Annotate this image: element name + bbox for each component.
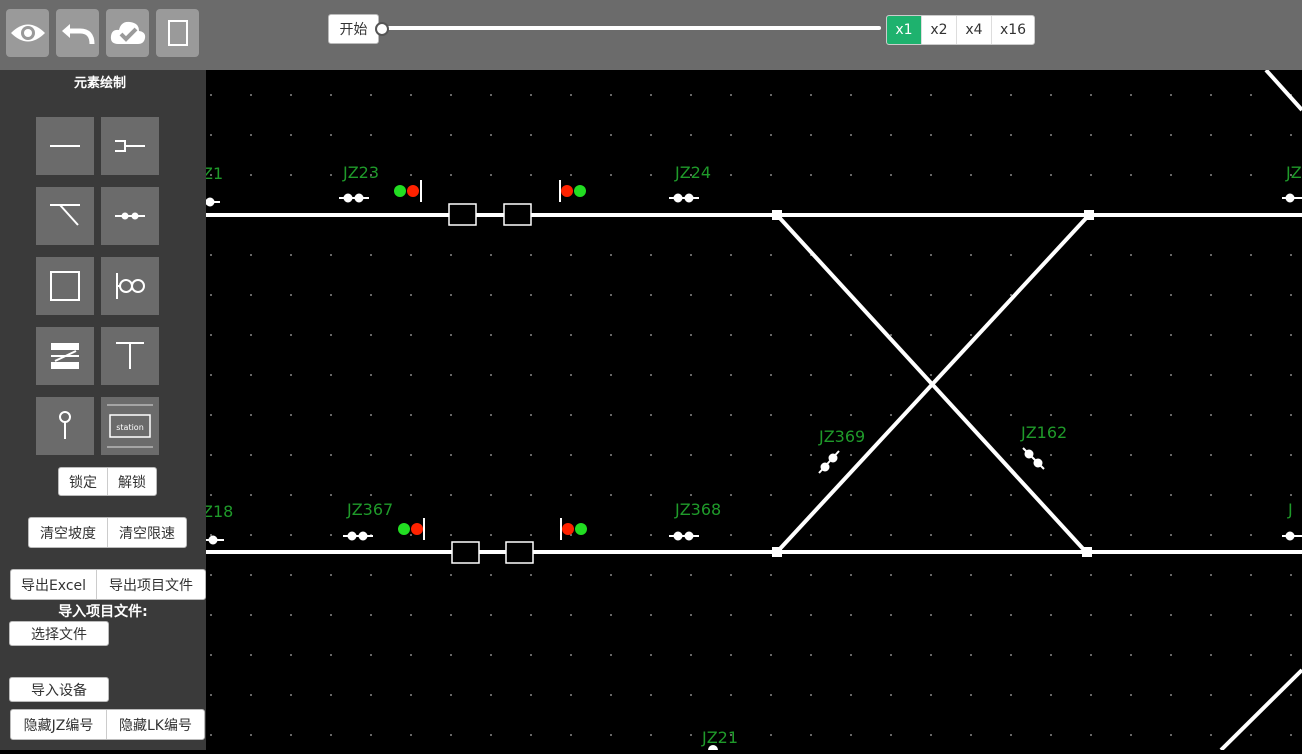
cloud-check-icon: [110, 21, 145, 44]
signal-post-icon: [59, 411, 71, 439]
sidebar-title: 元素绘制: [73, 76, 126, 91]
axle-counter-icon: [115, 212, 145, 220]
tool-signal-post[interactable]: [36, 397, 94, 455]
station-label: station: [116, 423, 144, 432]
sidebar: 元素绘制 station 锁定 解锁 清空坡度 清空限速 导出Excel 导出项…: [0, 70, 206, 750]
switch-point[interactable]: [1084, 210, 1094, 220]
switch-point[interactable]: [772, 210, 782, 220]
red-lamp: [407, 185, 419, 197]
jz-label: Z1: [206, 164, 223, 183]
jz-label: J: [1287, 500, 1293, 519]
hide-lk-label-button[interactable]: 隐藏LK编号: [107, 710, 204, 739]
tool-insulated-joint[interactable]: [101, 117, 159, 175]
unlock-button[interactable]: 解锁: [108, 468, 156, 495]
block-section[interactable]: [451, 541, 480, 564]
platform-icon: [51, 343, 79, 369]
blank-page-button[interactable]: [156, 9, 199, 57]
jz-label: JZ162: [1020, 423, 1067, 442]
block-section[interactable]: [505, 541, 534, 564]
speed-x16-button[interactable]: x16: [992, 16, 1034, 44]
tool-axle-counter[interactable]: [101, 187, 159, 245]
clear-button-group: 清空坡度 清空限速: [28, 517, 187, 548]
green-lamp: [575, 523, 587, 535]
tool-signal[interactable]: [101, 257, 159, 315]
speed-x4-button[interactable]: x4: [957, 16, 992, 44]
jz-label: JZ24: [674, 163, 711, 182]
track-segment-icon: [50, 145, 80, 147]
lock-button[interactable]: 锁定: [59, 468, 108, 495]
speed-x2-button[interactable]: x2: [922, 16, 957, 44]
view-button[interactable]: [6, 9, 49, 57]
jz-label: JZ: [1285, 163, 1302, 182]
start-button[interactable]: 开始: [328, 14, 379, 44]
red-lamp: [561, 185, 573, 197]
red-lamp: [562, 523, 574, 535]
import-device-button[interactable]: 导入设备: [9, 677, 109, 702]
speed-selector: x1 x2 x4 x16: [886, 15, 1035, 45]
lock-button-group: 锁定 解锁: [58, 467, 157, 496]
jz-label: Z18: [206, 502, 233, 521]
export-project-button[interactable]: 导出项目文件: [97, 570, 205, 599]
jz-label: JZ369: [818, 427, 865, 446]
undo-icon: [61, 24, 94, 45]
buffer-stop-icon: [116, 342, 144, 369]
drawing-canvas[interactable]: Z1 JZ23 JZ24 JZ Z18 JZ367 JZ368 JZ369 JZ…: [202, 68, 1302, 754]
clear-grade-button[interactable]: 清空坡度: [29, 518, 108, 547]
switch-point[interactable]: [1082, 547, 1092, 557]
red-lamp: [411, 523, 423, 535]
green-lamp: [574, 185, 586, 197]
green-lamp: [394, 185, 406, 197]
tool-buffer-stop[interactable]: [101, 327, 159, 385]
clear-speed-limit-button[interactable]: 清空限速: [108, 518, 186, 547]
playback-slider-handle[interactable]: [375, 22, 389, 36]
tool-track-segment[interactable]: [36, 117, 94, 175]
block-section[interactable]: [448, 203, 477, 226]
station-icon: station: [107, 404, 153, 448]
export-excel-button[interactable]: 导出Excel: [11, 570, 97, 599]
hide-jz-label-button[interactable]: 隐藏JZ编号: [11, 710, 107, 739]
turnout-icon: [50, 204, 80, 226]
hide-label-button-group: 隐藏JZ编号 隐藏LK编号: [10, 709, 205, 740]
tool-station[interactable]: station: [101, 397, 159, 455]
switch-point[interactable]: [772, 547, 782, 557]
block-section[interactable]: [503, 203, 532, 226]
save-cloud-button[interactable]: [106, 9, 149, 57]
eye-icon: [10, 24, 45, 42]
jz-label: JZ367: [346, 500, 393, 519]
top-toolbar: 开始 x1 x2 x4 x16: [0, 0, 1302, 70]
tool-block-section[interactable]: [36, 257, 94, 315]
choose-file-button[interactable]: 选择文件: [9, 621, 109, 646]
signal-icon: [116, 273, 145, 299]
speed-x1-button[interactable]: x1: [887, 16, 922, 44]
square-icon: [50, 271, 80, 301]
green-lamp: [398, 523, 410, 535]
undo-button[interactable]: [56, 9, 99, 57]
tool-platform[interactable]: [36, 327, 94, 385]
jz-label: JZ23: [342, 163, 379, 182]
insulated-joint-icon: [115, 140, 145, 152]
import-project-label: 导入项目文件:: [58, 604, 148, 620]
export-button-group: 导出Excel 导出项目文件: [10, 569, 206, 600]
blank-page-icon: [167, 20, 188, 46]
playback-slider[interactable]: [381, 26, 881, 30]
jz-label: JZ21: [701, 728, 738, 747]
tool-turnout[interactable]: [36, 187, 94, 245]
jz-label: JZ368: [674, 500, 721, 519]
